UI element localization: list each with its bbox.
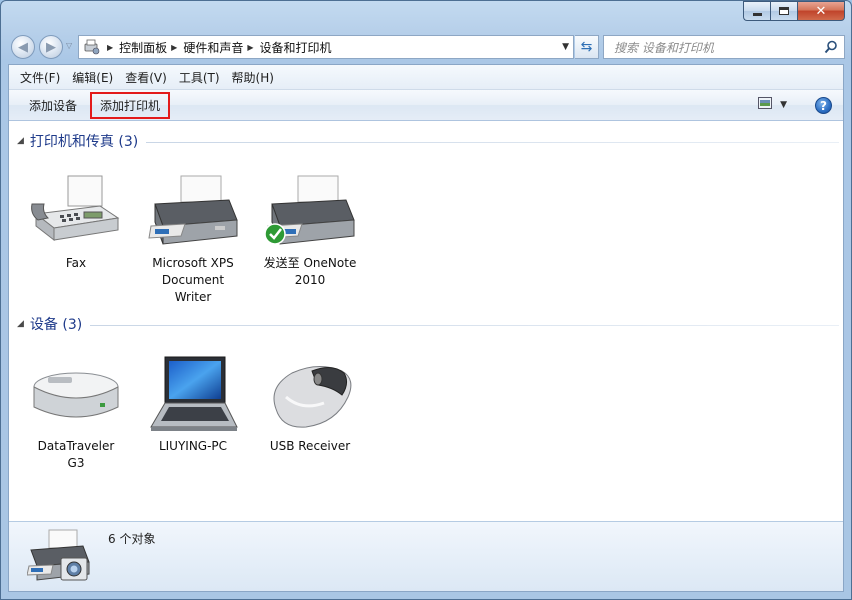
maximize-button[interactable] [770, 1, 797, 21]
view-icon [758, 97, 773, 112]
caption-buttons: ✕ [743, 1, 845, 21]
group-header-devices[interactable]: ◢ 设备 (3) [17, 314, 839, 334]
back-arrow-icon: ◀ [18, 39, 28, 55]
breadcrumb-devices-printers[interactable]: 设备和打印机 [260, 39, 332, 56]
device-item-computer[interactable]: LIUYING-PC [134, 354, 252, 455]
minimize-icon [752, 12, 762, 16]
device-label: Fax [65, 256, 87, 270]
breadcrumb-control-panel[interactable]: 控制面板 [119, 39, 167, 56]
group-title: 设备 (3) [29, 317, 83, 333]
devices-printers-icon [26, 528, 93, 591]
device-label-line2: Document [161, 273, 225, 287]
details-pane: 6 个对象 [9, 521, 843, 591]
menu-edit[interactable]: 编辑(E) [67, 67, 118, 88]
device-label-line3: Writer [174, 290, 212, 304]
menu-bar: 文件(F) 编辑(E) 查看(V) 工具(T) 帮助(H) [9, 65, 843, 90]
device-label: USB Receiver [269, 439, 351, 453]
add-printer-button[interactable]: 添加打印机 [90, 91, 171, 119]
breadcrumb-arrow-icon[interactable]: ▶ [171, 43, 177, 52]
menu-help[interactable]: 帮助(H) [227, 67, 279, 88]
minimize-button[interactable] [743, 1, 770, 21]
device-item-fax[interactable]: Fax [17, 171, 135, 272]
search-icon[interactable] [824, 40, 838, 57]
group-header-printers[interactable]: ◢ 打印机和传真 (3) [17, 131, 839, 151]
command-bar: 添加设备 添加打印机 ▼ ? [9, 90, 843, 121]
device-label-line2: 2010 [294, 273, 326, 287]
devices-folder-icon [81, 36, 103, 58]
close-button[interactable]: ✕ [797, 1, 845, 21]
view-dropdown-icon[interactable]: ▼ [780, 100, 787, 110]
forward-button[interactable]: ▶ [39, 35, 63, 59]
back-button[interactable]: ◀ [11, 35, 35, 59]
device-label: DataTraveler [37, 439, 115, 453]
maximize-icon [779, 7, 789, 15]
device-item-datatraveler[interactable]: DataTraveler G3 [17, 354, 135, 472]
recent-pages-dropdown-icon[interactable]: ▽ [66, 41, 72, 50]
group-title: 打印机和传真 (3) [29, 134, 139, 150]
search-input[interactable]: 搜索 设备和打印机 [603, 35, 845, 59]
printer-icon [134, 171, 252, 253]
help-button[interactable]: ? [815, 97, 832, 114]
group-divider [90, 324, 839, 326]
breadcrumb-arrow-icon[interactable]: ▶ [247, 43, 253, 52]
default-printer-icon [251, 171, 369, 253]
device-item-xps-writer[interactable]: Microsoft XPS Document Writer [134, 171, 252, 306]
object-count: 6 个对象 [108, 532, 156, 546]
close-icon: ✕ [815, 3, 827, 19]
device-item-usb-receiver[interactable]: USB Receiver [251, 354, 369, 455]
address-bar[interactable]: ▶ 控制面板 ▶ 硬件和声音 ▶ 设备和打印机 ▼ [78, 35, 574, 59]
device-label-line2: G3 [67, 456, 85, 470]
search-placeholder: 搜索 设备和打印机 [614, 40, 714, 55]
breadcrumb-hardware-sound[interactable]: 硬件和声音 [183, 39, 243, 56]
fax-icon [17, 171, 135, 253]
refresh-button[interactable]: ⇆ [575, 35, 599, 59]
navigation-bar: ◀ ▶ ▽ ▶ 控制面板 ▶ 硬件和声音 ▶ 设备和打印机 ▼ ⇆ 搜索 设备和… [9, 33, 845, 61]
breadcrumb-arrow-icon[interactable]: ▶ [107, 43, 113, 52]
change-view-button[interactable]: ▼ [758, 97, 787, 112]
device-item-onenote[interactable]: 发送至 OneNote 2010 [251, 171, 369, 289]
device-label: Microsoft XPS [152, 256, 234, 270]
window: ✕ ◀ ▶ ▽ ▶ 控制面板 ▶ 硬件和声音 ▶ 设备和打印机 ▼ ⇆ 搜索 设… [0, 0, 852, 600]
collapse-triangle-icon[interactable]: ◢ [17, 319, 24, 329]
address-dropdown-icon[interactable]: ▼ [562, 42, 569, 52]
content-frame: 文件(F) 编辑(E) 查看(V) 工具(T) 帮助(H) 添加设备 添加打印机… [8, 64, 844, 592]
forward-arrow-icon: ▶ [46, 39, 56, 55]
laptop-icon [134, 354, 252, 436]
collapse-triangle-icon[interactable]: ◢ [17, 136, 24, 146]
menu-file[interactable]: 文件(F) [15, 67, 65, 88]
menu-tools[interactable]: 工具(T) [174, 67, 225, 88]
group-divider [146, 141, 839, 143]
add-device-button[interactable]: 添加设备 [19, 92, 87, 119]
mouse-icon [251, 354, 369, 436]
device-label: LIUYING-PC [158, 439, 228, 453]
refresh-icon: ⇆ [580, 39, 593, 55]
usb-drive-icon [17, 354, 135, 436]
device-label: 发送至 OneNote [263, 256, 357, 270]
menu-view[interactable]: 查看(V) [120, 67, 172, 88]
help-icon: ? [820, 98, 827, 113]
